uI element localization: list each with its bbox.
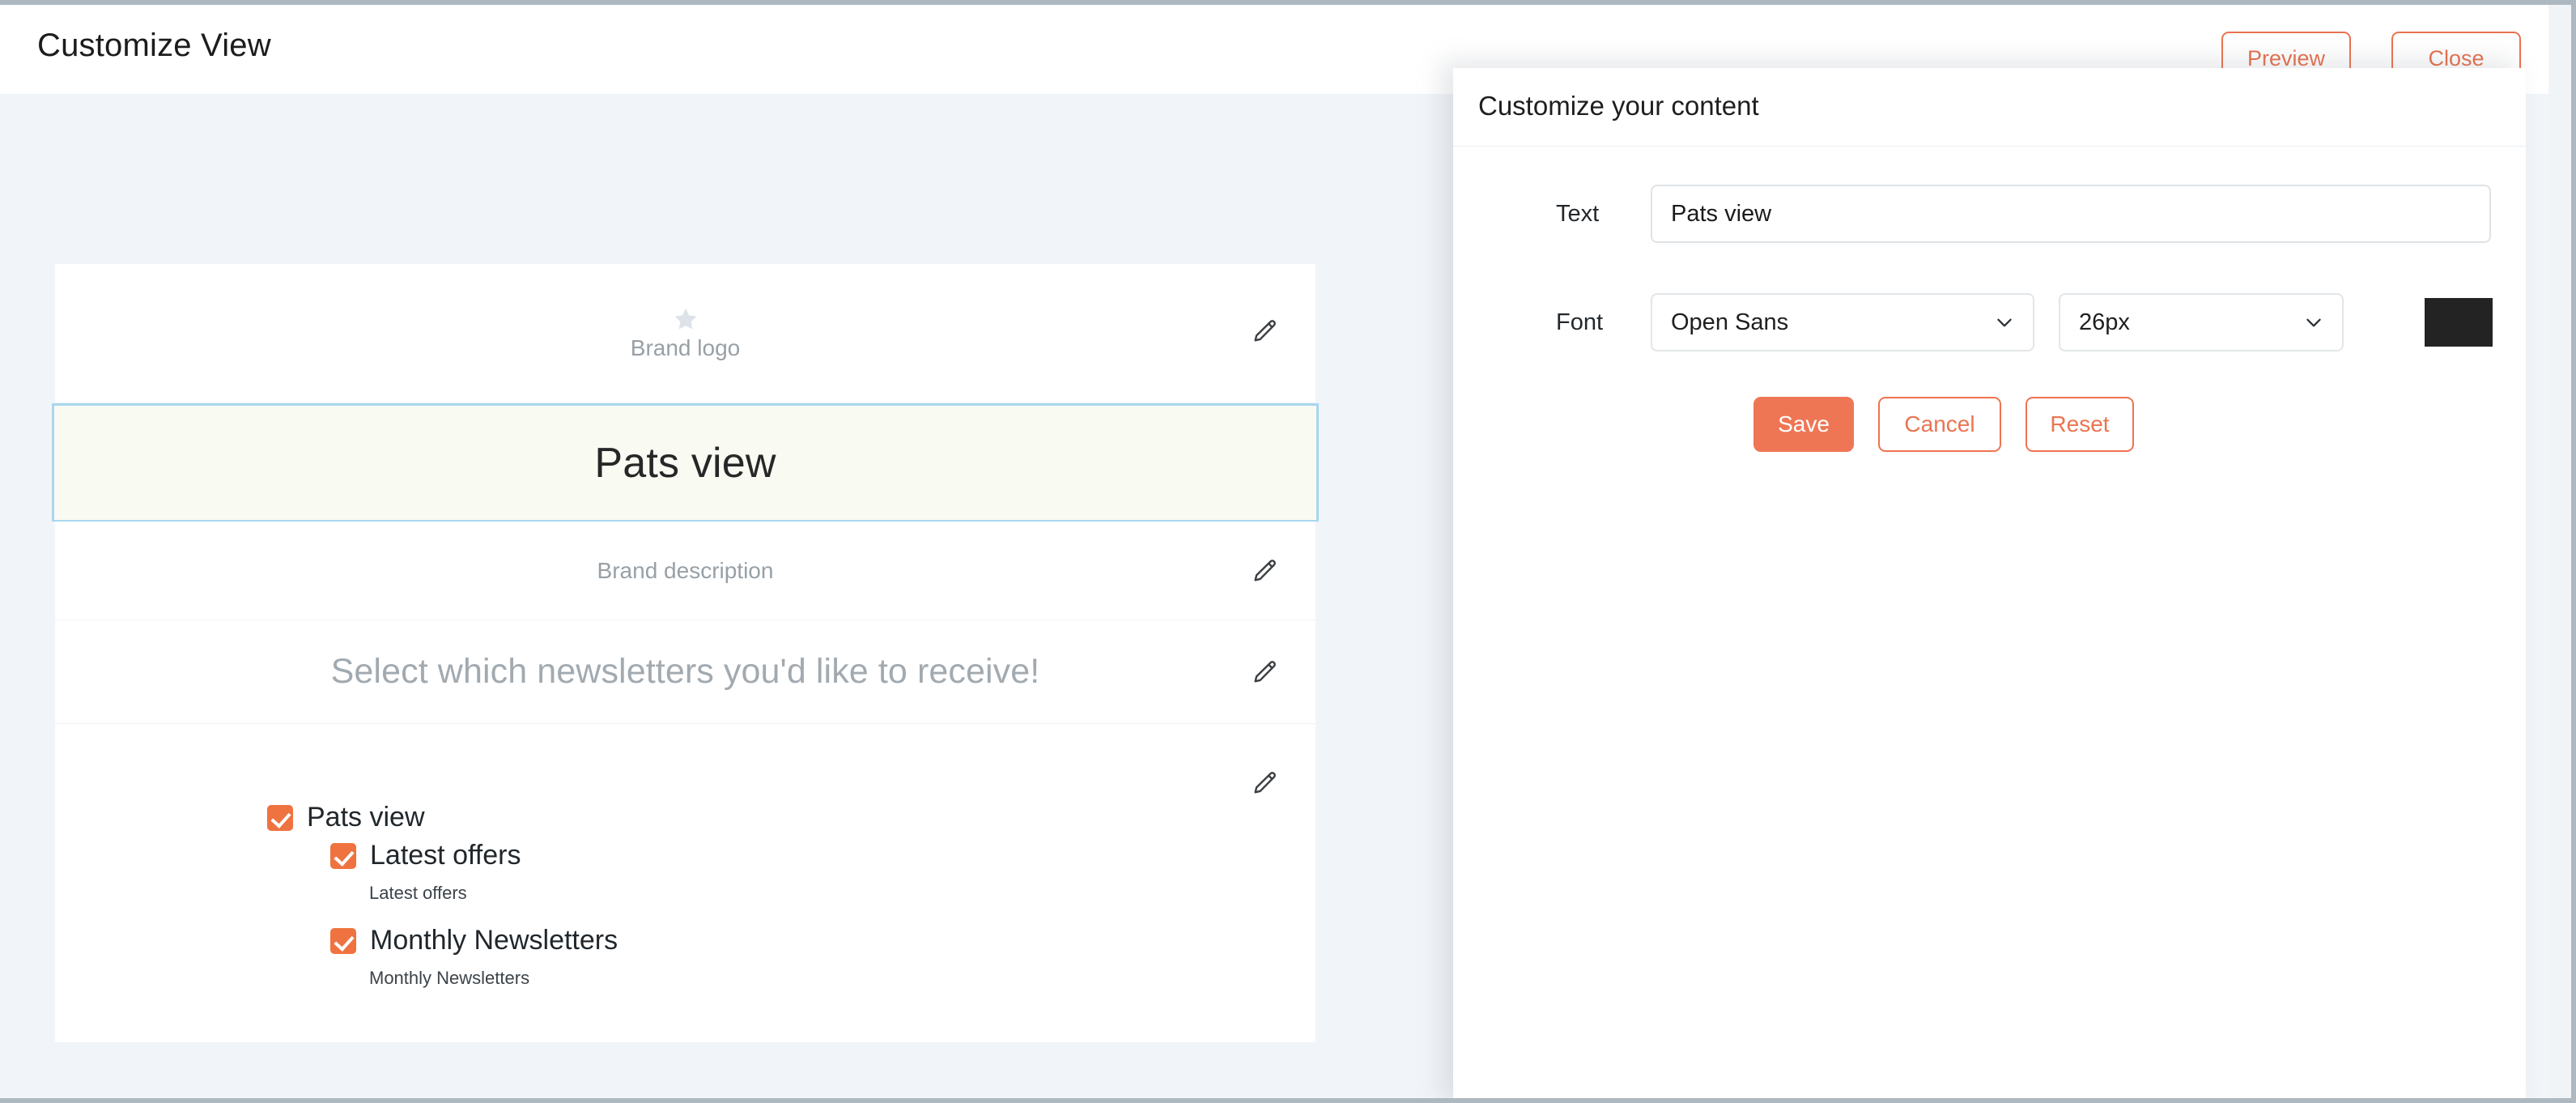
checkbox-sublabel: Monthly Newsletters <box>369 968 530 988</box>
font-color-swatch[interactable] <box>2425 298 2493 347</box>
checkbox-sublabel: Latest offers <box>369 883 467 903</box>
panel-title: Customize your content <box>1478 91 1759 121</box>
checkbox-checked[interactable] <box>330 927 356 954</box>
checkbox-checked[interactable] <box>267 804 293 831</box>
brand-title-row-selected[interactable]: Pats view <box>52 403 1319 522</box>
checkbox-label: Pats view <box>307 802 425 833</box>
brand-title-text: Pats view <box>594 439 776 487</box>
checkbox-checked[interactable] <box>330 842 356 869</box>
app-window: Brand logo Pats view Brand description S… <box>0 0 2576 1103</box>
select-newsletters-row[interactable]: Select which newsletters you'd like to r… <box>55 620 1316 724</box>
brand-description-label: Brand description <box>597 557 774 583</box>
checkbox-label: Latest offers <box>370 840 521 871</box>
panel-header: Customize your content <box>1453 68 2526 147</box>
brand-logo-label: Brand logo <box>630 334 741 360</box>
pencil-icon[interactable] <box>1251 769 1278 797</box>
font-field-label: Font <box>1556 309 1604 335</box>
font-size-select[interactable]: 26px <box>2059 293 2344 351</box>
checkbox-label: Monthly Newsletters <box>370 925 618 956</box>
save-button[interactable]: Save <box>1753 397 1854 452</box>
chevron-down-icon <box>2303 312 2324 333</box>
brand-logo-row[interactable]: Brand logo <box>55 264 1316 403</box>
customize-content-panel: Customize your content Text Font Open Sa… <box>1453 68 2526 1098</box>
pencil-icon[interactable] <box>1251 658 1278 686</box>
text-input[interactable] <box>1651 185 2491 243</box>
star-icon <box>673 306 699 332</box>
chevron-down-icon <box>1994 312 2015 333</box>
text-field-row: Text <box>1453 185 2526 243</box>
list-item[interactable]: Latest offers <box>330 840 1316 871</box>
font-size-value: 26px <box>2079 309 2130 335</box>
panel-actions: Save Cancel Reset <box>1453 397 2526 452</box>
font-field-row: Font Open Sans 26px <box>1453 293 2526 351</box>
text-field-label: Text <box>1556 200 1600 227</box>
select-newsletters-label: Select which newsletters you'd like to r… <box>330 652 1040 691</box>
panel-body: Text Font Open Sans 26px <box>1453 147 2526 452</box>
list-item[interactable]: Monthly Newsletters <box>330 925 1316 956</box>
newsletter-checkbox-row[interactable]: Pats view Latest offers Latest offers Mo… <box>55 724 1316 1042</box>
cancel-button[interactable]: Cancel <box>1878 397 2001 452</box>
list-item[interactable]: Pats view <box>267 802 1316 833</box>
pencil-icon[interactable] <box>1251 317 1278 345</box>
reset-button[interactable]: Reset <box>2026 397 2134 452</box>
vertical-scrollbar[interactable] <box>2548 5 2571 1098</box>
preview-card: Brand logo Pats view Brand description S… <box>52 264 1319 1042</box>
pencil-icon[interactable] <box>1251 557 1278 585</box>
brand-description-row[interactable]: Brand description <box>55 522 1316 620</box>
font-family-select[interactable]: Open Sans <box>1651 293 2034 351</box>
font-family-value: Open Sans <box>1671 309 1789 335</box>
page-title: Customize View <box>37 28 271 63</box>
